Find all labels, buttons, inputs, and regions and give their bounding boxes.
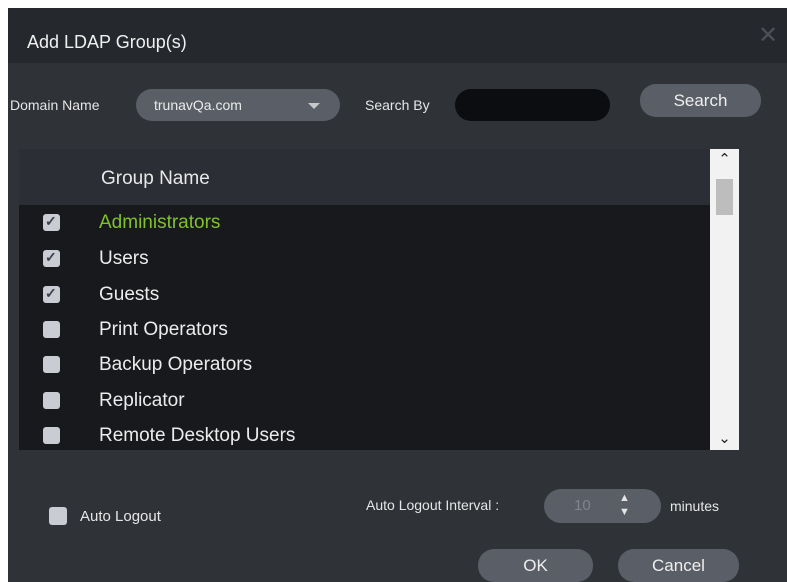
row-checkbox[interactable] [43, 392, 60, 409]
chevron-down-icon [308, 103, 320, 109]
checkmark-icon: ✓ [45, 285, 57, 301]
checkmark-icon: ✓ [45, 249, 57, 265]
scroll-down-icon[interactable]: ⌄ [710, 428, 739, 450]
group-name: Guests [99, 284, 160, 305]
group-name: Backup Operators [99, 354, 253, 375]
search-by-input[interactable] [455, 89, 610, 121]
column-header-group-name: Group Name [101, 168, 210, 189]
group-name: Replicator [99, 390, 185, 411]
close-icon[interactable]: ✕ [758, 24, 778, 48]
group-name: Remote Desktop Users [99, 425, 296, 446]
interval-value: 10 [574, 497, 591, 514]
row-checkbox[interactable] [43, 356, 60, 373]
ldap-dialog: Add LDAP Group(s) ✕ Domain Name trunavQa… [8, 8, 787, 582]
interval-unit-label: minutes [670, 498, 720, 514]
auto-logout-checkbox[interactable] [49, 507, 67, 525]
ok-button[interactable]: OK [478, 549, 593, 582]
cancel-button[interactable]: Cancel [618, 549, 739, 582]
list-item[interactable]: Replicator [19, 384, 710, 419]
vertical-scrollbar[interactable]: ⌃ ⌄ [710, 149, 739, 450]
list-item[interactable]: ✓ Users [19, 242, 710, 277]
group-name: Print Operators [99, 319, 228, 340]
search-button[interactable]: Search [640, 84, 761, 117]
domain-name-value: trunavQa.com [154, 97, 242, 113]
auto-logout-label: Auto Logout [80, 508, 161, 525]
group-name: Administrators [99, 212, 221, 233]
group-list-header: Group Name [19, 149, 710, 205]
search-by-label: Search By [365, 97, 430, 113]
chevron-down-icon[interactable]: ▼ [619, 506, 630, 518]
domain-name-label: Domain Name [10, 97, 100, 113]
checkmark-icon: ✓ [45, 213, 57, 229]
list-item[interactable]: Backup Operators [19, 348, 710, 383]
auto-logout-interval-label: Auto Logout Interval : [366, 497, 500, 513]
domain-name-select[interactable]: trunavQa.com [136, 89, 340, 121]
row-checkbox[interactable]: ✓ [43, 249, 60, 267]
group-list: Group Name ✓ Administrators ✓ Users ✓ Gu… [19, 149, 739, 450]
auto-logout-interval-stepper[interactable]: 10 ▲ ▼ [544, 489, 661, 523]
dialog-title: Add LDAP Group(s) [27, 32, 187, 52]
row-checkbox[interactable] [43, 427, 60, 444]
group-name: Users [99, 248, 149, 269]
list-item[interactable]: Print Operators [19, 313, 710, 348]
list-item[interactable]: Remote Desktop Users [19, 419, 710, 454]
row-checkbox[interactable] [43, 321, 60, 338]
row-checkbox[interactable]: ✓ [43, 285, 60, 303]
list-item[interactable]: ✓ Administrators [19, 206, 710, 241]
list-item[interactable]: ✓ Guests [19, 278, 710, 313]
scroll-up-icon[interactable]: ⌃ [710, 149, 739, 171]
row-checkbox[interactable]: ✓ [43, 213, 60, 231]
chevron-up-icon[interactable]: ▲ [619, 492, 630, 504]
scrollbar-thumb[interactable] [716, 179, 733, 215]
